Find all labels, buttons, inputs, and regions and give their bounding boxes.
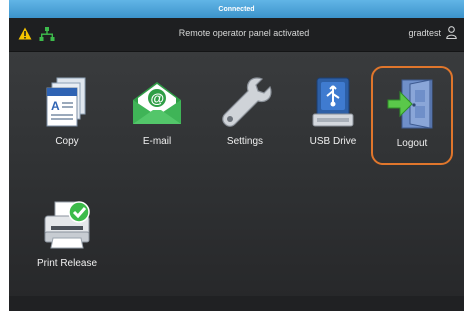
connection-status-bar: Connected (9, 0, 464, 18)
settings-tile[interactable]: Settings (206, 66, 284, 161)
copy-label: Copy (55, 136, 79, 147)
usb-drive-tile[interactable]: USB Drive (294, 66, 372, 161)
print-release-tile[interactable]: Print Release (28, 188, 106, 283)
print-release-icon (44, 201, 90, 249)
status-message: Remote operator panel activated (178, 28, 310, 38)
operator-panel: Connected Remote operator panel activate… (9, 0, 464, 311)
usb-drive-label: USB Drive (309, 136, 357, 147)
logout-tile[interactable]: Logout (371, 66, 453, 165)
svg-text:@: @ (151, 90, 165, 106)
connection-status: Connected (218, 5, 255, 13)
network-icon[interactable] (39, 27, 55, 41)
email-label: E-mail (142, 136, 172, 147)
username[interactable]: gradtest (408, 28, 441, 38)
settings-label: Settings (226, 136, 264, 147)
svg-text:A: A (51, 99, 60, 113)
logout-label: Logout (396, 138, 428, 149)
email-icon: @ (133, 82, 181, 124)
top-bar: Remote operator panel activated gradtest (9, 18, 464, 52)
print-release-label: Print Release (36, 258, 98, 269)
bottom-bar (9, 296, 464, 311)
logout-icon (387, 79, 433, 129)
copy-tile[interactable]: A Copy (28, 66, 106, 161)
warning-icon[interactable] (18, 27, 32, 40)
copy-icon: A (46, 77, 86, 127)
settings-icon (222, 77, 272, 127)
usb-drive-icon (312, 77, 354, 127)
user-icon[interactable] (446, 26, 457, 39)
email-tile[interactable]: @ E-mail (118, 66, 196, 161)
